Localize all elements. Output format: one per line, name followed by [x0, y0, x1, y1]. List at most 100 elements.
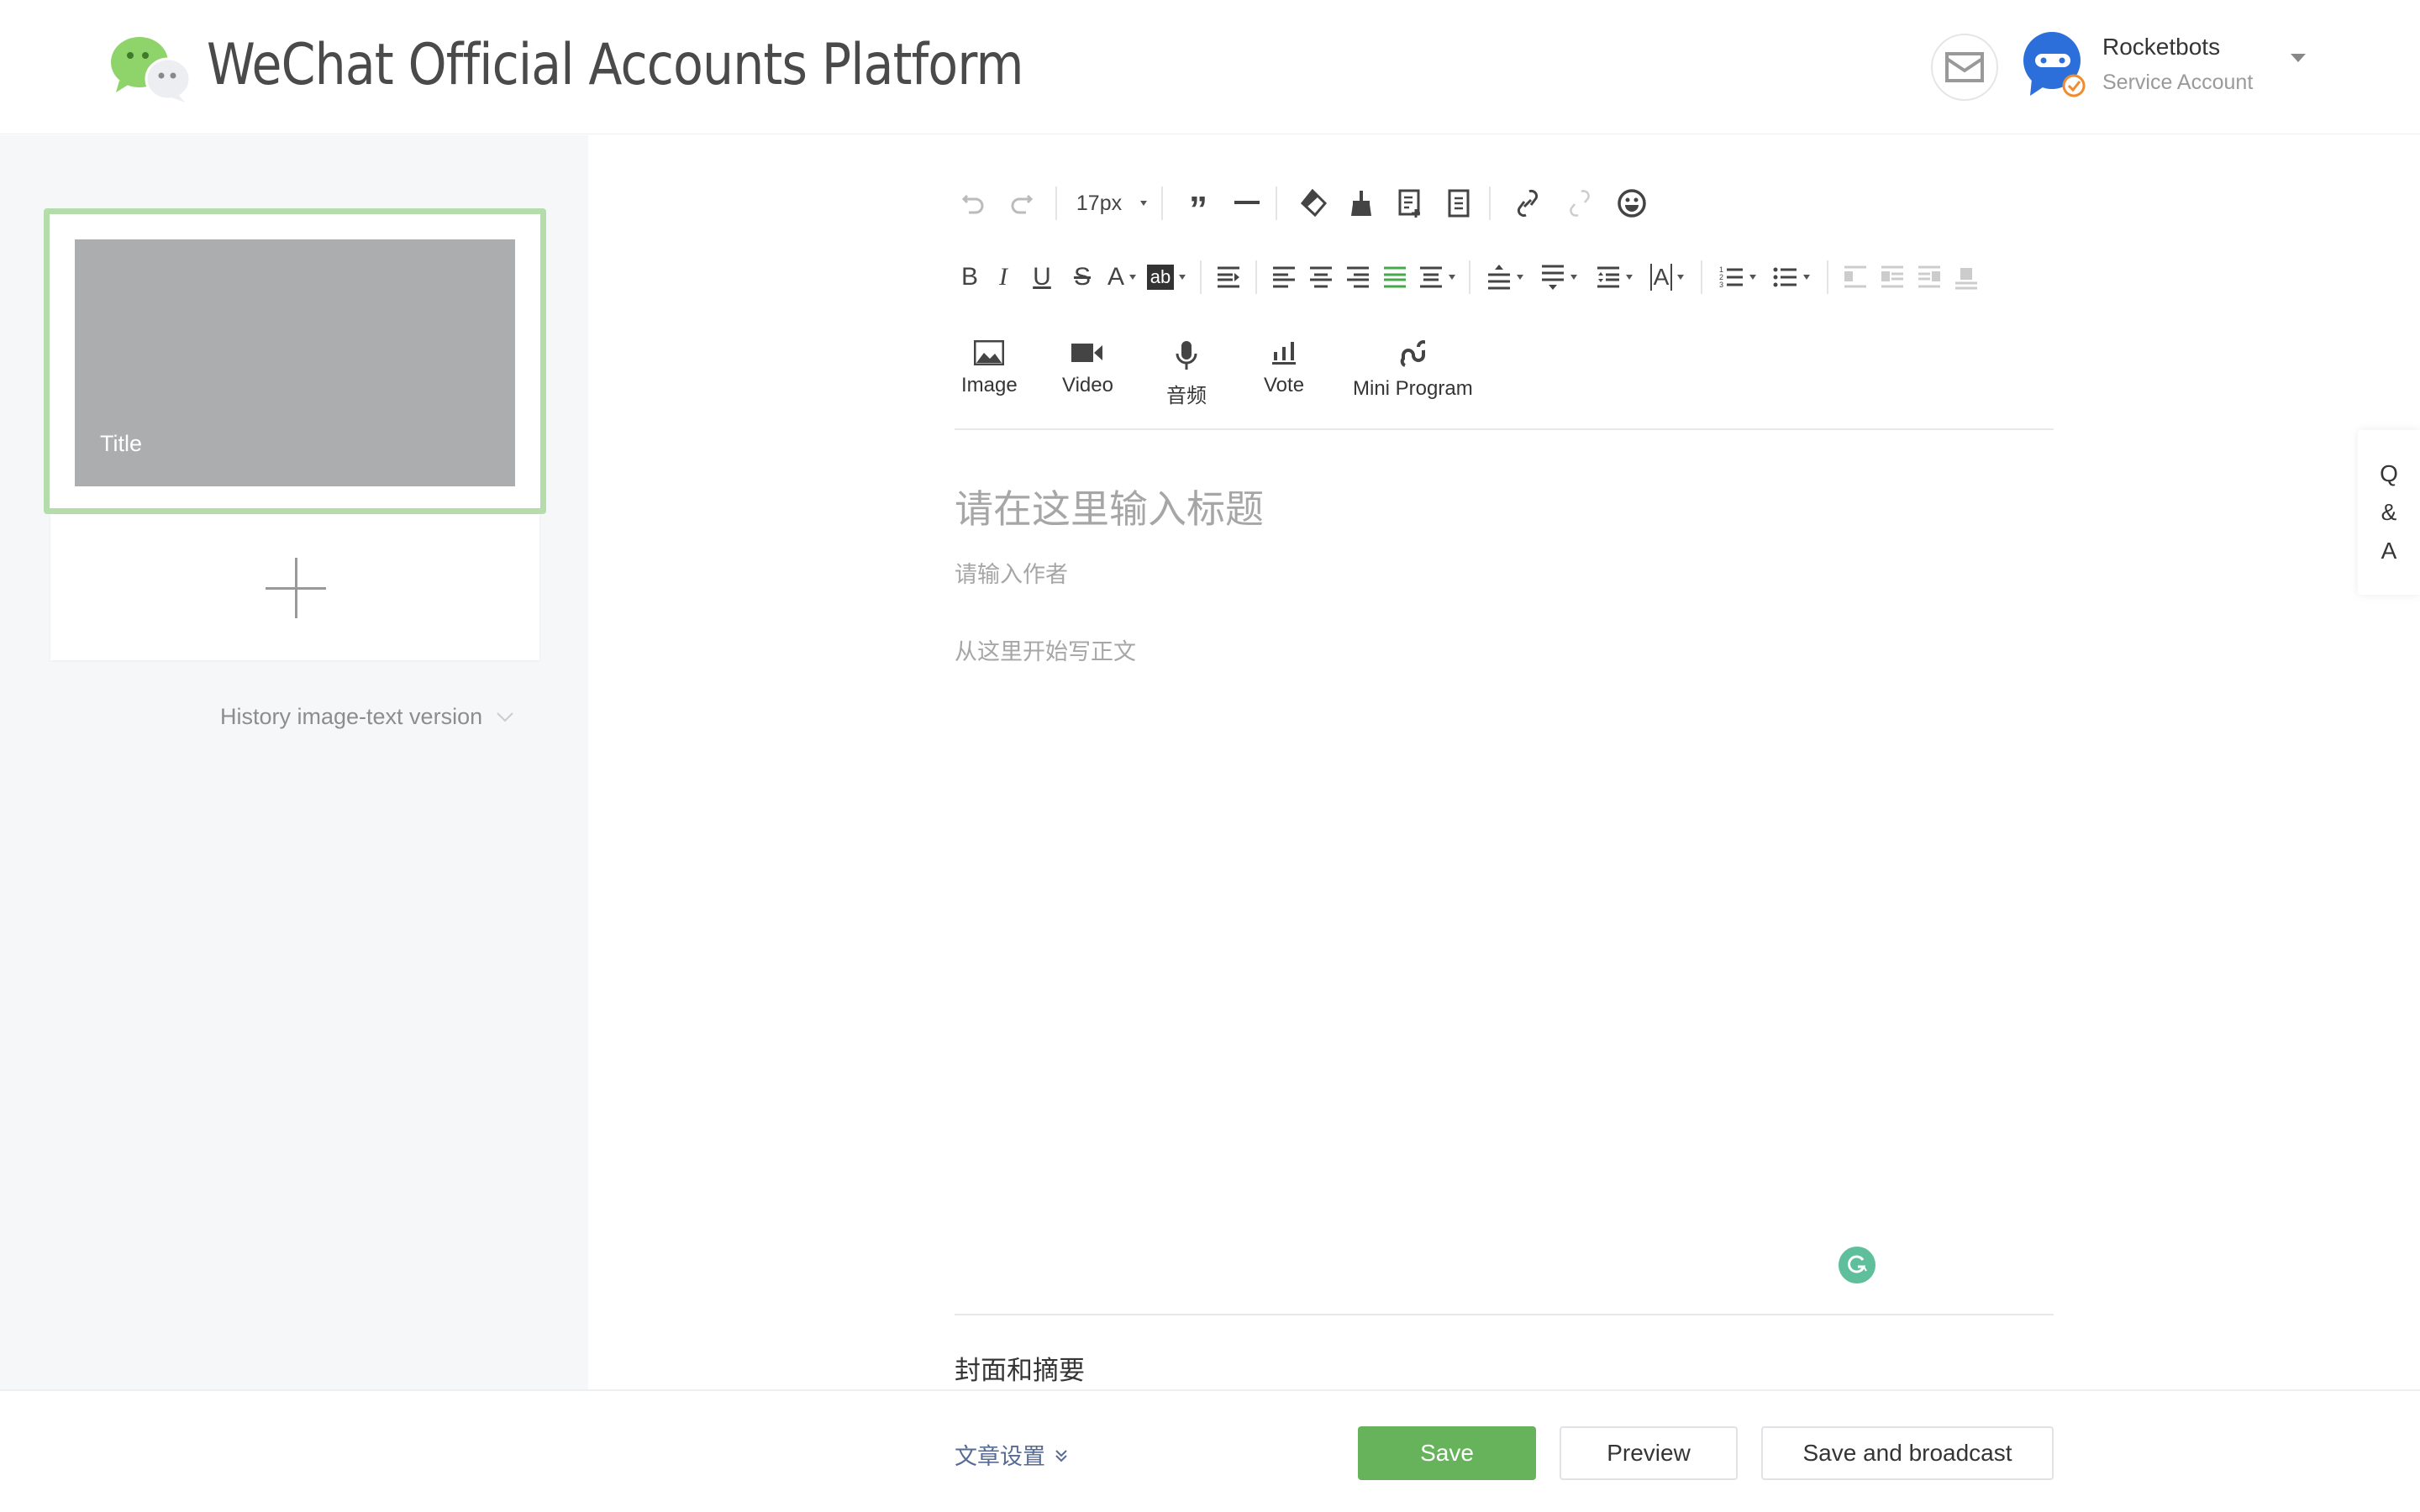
float-block-button[interactable]	[1874, 256, 1911, 298]
save-and-broadcast-button[interactable]: Save and broadcast	[1761, 1426, 2054, 1480]
align-center-icon	[1310, 266, 1332, 288]
line-height-button[interactable]	[1586, 256, 1642, 298]
separator	[1276, 186, 1277, 220]
separator	[1255, 260, 1257, 294]
bold-button[interactable]: B	[955, 256, 985, 298]
separator	[1161, 186, 1163, 220]
space-after-button[interactable]	[1531, 256, 1586, 298]
highlight-icon: ab	[1146, 265, 1175, 290]
strikethrough-button[interactable]: S	[1062, 256, 1102, 298]
mini-program-icon	[1401, 340, 1426, 367]
template-add-icon	[1398, 189, 1420, 218]
account-type: Service Account	[2102, 71, 2254, 94]
distribute-button[interactable]	[1413, 256, 1460, 298]
float-center-button[interactable]	[1948, 256, 1985, 298]
toolbar-row-2: B I U S A ab A 123	[955, 252, 1985, 302]
vote-icon	[1272, 342, 1297, 365]
account-name[interactable]: Rocketbots	[2102, 34, 2220, 60]
quote-icon: ”	[1189, 189, 1207, 230]
float-block-icon	[1881, 265, 1903, 288]
qa-side-button[interactable]: Q & A	[2358, 430, 2420, 595]
unlink-icon	[1570, 190, 1590, 217]
format-brush-button[interactable]	[1343, 182, 1380, 224]
justify-icon	[1384, 266, 1406, 288]
emoji-button[interactable]	[1613, 182, 1650, 224]
cover-summary-section[interactable]: 封面和摘要	[955, 1349, 1085, 1387]
distribute-icon	[1420, 266, 1442, 288]
font-color-button[interactable]: A	[1102, 256, 1141, 298]
align-right-icon	[1347, 266, 1369, 288]
template-button[interactable]	[1440, 182, 1477, 224]
save-button[interactable]: Save	[1358, 1426, 1536, 1480]
caret-down-icon[interactable]	[2291, 54, 2306, 62]
article-settings-label: 文章设置	[955, 1444, 1045, 1470]
unordered-list-button[interactable]	[1765, 256, 1818, 298]
unlink-button[interactable]	[1561, 182, 1598, 224]
horizontal-rule-icon	[1234, 201, 1260, 204]
align-center-button[interactable]	[1302, 256, 1339, 298]
align-left-icon	[1273, 266, 1295, 288]
mail-button[interactable]	[1931, 34, 1998, 101]
brush-icon	[1351, 191, 1371, 216]
float-left-button[interactable]	[1837, 256, 1874, 298]
insert-template-button[interactable]	[1392, 182, 1428, 224]
insert-video-label: Video	[1062, 374, 1113, 396]
video-icon	[1071, 344, 1103, 362]
separator	[1055, 186, 1057, 220]
link-icon	[1517, 189, 1539, 218]
robot-avatar-icon[interactable]	[2020, 30, 2087, 97]
background-color-button[interactable]: ab	[1141, 256, 1192, 298]
insert-mini-program-button[interactable]: Mini Program	[1353, 340, 1473, 401]
history-version-link[interactable]: History image-text version	[220, 704, 514, 730]
qa-q: Q	[2380, 460, 2398, 486]
plus-icon	[266, 558, 326, 618]
verified-check-icon	[2062, 74, 2086, 97]
grammarly-icon[interactable]	[1839, 1247, 1876, 1284]
title-input[interactable]: 请在这里输入标题	[955, 479, 1264, 534]
history-label: History image-text version	[220, 704, 483, 729]
line-height-icon	[1597, 266, 1619, 288]
redo-button[interactable]	[1003, 182, 1040, 224]
article-card-selected[interactable]: Title	[44, 208, 546, 514]
preview-button[interactable]: Preview	[1560, 1426, 1738, 1480]
horizontal-rule-button[interactable]	[1228, 182, 1265, 224]
align-right-button[interactable]	[1339, 256, 1376, 298]
article-settings-link[interactable]: 文章设置	[955, 1438, 1070, 1471]
float-right-button[interactable]	[1911, 256, 1948, 298]
ordered-list-button[interactable]: 123	[1711, 256, 1765, 298]
qa-a: A	[2381, 538, 2397, 564]
template-icon	[1448, 189, 1470, 218]
underline-button[interactable]: U	[1022, 256, 1062, 298]
double-chevron-down-icon	[1055, 1450, 1067, 1462]
align-left-button[interactable]	[1265, 256, 1302, 298]
insert-image-button[interactable]: Image	[961, 340, 1018, 397]
separator	[1200, 260, 1202, 294]
top-header: WeChat Official Accounts Platform Rocket…	[0, 0, 2420, 134]
float-right-icon	[1918, 265, 1940, 288]
redo-icon	[1011, 194, 1034, 214]
author-input[interactable]: 请输入作者	[955, 556, 1068, 589]
insert-video-button[interactable]: Video	[1062, 340, 1113, 397]
undo-button[interactable]	[955, 182, 992, 224]
chevron-down-icon	[497, 711, 513, 722]
microphone-icon	[1176, 341, 1197, 370]
emoji-icon	[1618, 189, 1646, 218]
link-button[interactable]	[1509, 182, 1546, 224]
insert-vote-button[interactable]: Vote	[1264, 340, 1304, 397]
wechat-logo-icon[interactable]	[108, 34, 195, 102]
font-size-select[interactable]: 17px	[1074, 182, 1150, 224]
indent-button[interactable]	[1210, 256, 1247, 298]
font-size-value: 17px	[1076, 191, 1123, 215]
clear-format-button[interactable]	[1294, 182, 1331, 224]
space-before-button[interactable]	[1479, 256, 1531, 298]
body-editor[interactable]: 从这里开始写正文	[955, 633, 1136, 666]
unordered-list-icon	[1773, 267, 1797, 287]
insert-audio-button[interactable]: 音频	[1166, 340, 1207, 408]
justify-button-active[interactable]	[1376, 256, 1413, 298]
add-article-button[interactable]	[50, 514, 539, 660]
letter-spacing-button[interactable]: A	[1642, 256, 1692, 298]
float-left-icon	[1844, 265, 1866, 288]
blockquote-button[interactable]: ”	[1180, 182, 1217, 230]
italic-button[interactable]: I	[985, 256, 1022, 298]
mail-icon	[1945, 52, 1984, 82]
